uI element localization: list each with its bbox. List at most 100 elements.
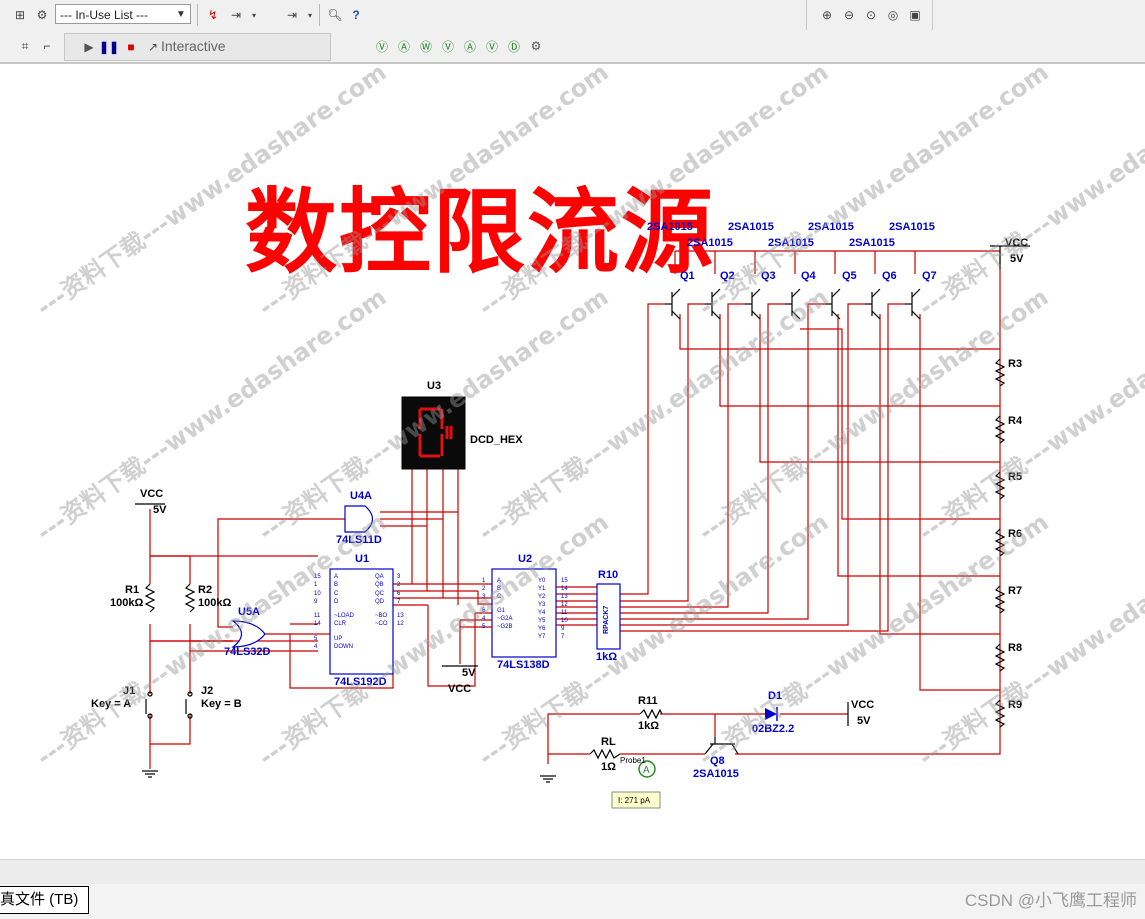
pause-icon[interactable]: ❚❚ — [99, 37, 119, 57]
toolbar-separator — [197, 4, 198, 26]
zoom-fit-icon[interactable]: ◎ — [883, 5, 903, 25]
u1-pin-qc: QC — [375, 590, 384, 597]
u1-pin-num: 6 — [397, 590, 401, 597]
r3-label: R3 — [1008, 358, 1023, 370]
power-probe-icon[interactable]: Ⓦ — [416, 36, 436, 56]
r7-label: R7 — [1008, 585, 1023, 597]
u2-right-pins: Y0 Y1 Y2 Y3 Y4 Y5 Y6 Y7 — [538, 577, 545, 641]
vcc-mid-value: 5V — [462, 667, 476, 679]
u2-right-pin-numbers: 15 14 13 12 11 10 9 7 — [561, 577, 568, 641]
u1-pin-bo: ~BO — [375, 613, 388, 620]
u1-pin-num: 11 — [314, 613, 321, 620]
toolbar-top: ⊞ ⚙ --- In-Use List --- ▼ ↯ ⇥ ▾ ⇥ ▾ 🔍︎ ?… — [0, 0, 1145, 31]
grid-icon[interactable]: ⌗ — [15, 36, 35, 56]
probe-icon[interactable]: ↯ — [203, 5, 223, 25]
rl-value-label: 1Ω — [601, 761, 616, 773]
csdn-credit: CSDN @小飞鹰工程师 — [964, 891, 1137, 910]
component-icon[interactable]: ⊞ — [10, 5, 30, 25]
u2-pin-y7: Y7 — [538, 634, 546, 640]
r2-label: R2 — [198, 584, 213, 596]
r11-value-label: 1kΩ — [638, 720, 660, 732]
u1-pin-num: 2 — [397, 582, 401, 589]
vcc-left-label: VCC — [140, 488, 164, 500]
ampere-probe-icon[interactable]: Ⓐ — [394, 36, 414, 56]
r1-value-label: 100kΩ — [110, 597, 144, 609]
u1-pin-up: UP — [334, 635, 343, 642]
u1-pin-co: ~CO — [375, 621, 388, 628]
vcc-d1-value: 5V — [857, 715, 871, 727]
u1-pin-num: 3 — [397, 574, 401, 580]
stop-icon[interactable]: ■ — [121, 37, 141, 57]
analysis-icon[interactable]: ↗ — [143, 37, 163, 57]
horizontal-scrollbar[interactable] — [0, 859, 1145, 884]
u1-pin-qd: QD — [375, 598, 384, 605]
probe-ref-label: Probe1 — [620, 756, 646, 765]
full-screen-icon[interactable]: ▣ — [905, 5, 925, 25]
u3-type-label: DCD_HEX — [470, 434, 523, 446]
digital-probe-icon[interactable]: Ⓓ — [504, 36, 524, 56]
u1-pin-num: 13 — [397, 613, 404, 620]
u2-pin-num: 15 — [561, 578, 568, 584]
u1-pin-b: B — [334, 582, 339, 589]
chevron-down-icon[interactable]: ▾ — [244, 5, 264, 25]
u2-pin-num: 11 — [561, 610, 568, 616]
chevron-down-icon: ▼ — [176, 9, 186, 20]
reference-probe-icon[interactable]: Ⓥ — [482, 36, 502, 56]
u1-pin-load: ~LOAD — [334, 613, 354, 620]
zoom-toolbar: ⊕ ⊖ ⊙ ◎ ▣ — [806, 0, 933, 30]
simulate-mode-label[interactable]: Interactive — [161, 38, 226, 54]
differential-probe-icon[interactable]: Ⓥ — [438, 36, 458, 56]
r11-label: R11 — [638, 695, 658, 707]
rl-label: RL — [601, 736, 616, 748]
chevron-down-icon[interactable]: ▾ — [300, 5, 320, 25]
find-icon[interactable]: 🔍︎ — [325, 5, 345, 25]
q6-label: Q6 — [882, 270, 897, 282]
u2-pin-y4: Y4 — [538, 610, 546, 616]
u1-right-pin-numbers: 3 2 6 7 13 12 — [397, 573, 404, 629]
r10-pack-label: RPACK7 — [603, 605, 610, 634]
in-use-list-select[interactable]: --- In-Use List --- ▼ — [55, 4, 191, 24]
help-icon[interactable]: ? — [346, 5, 366, 25]
u1-pin-c: C — [334, 590, 339, 597]
vcc-left-value: 5V — [153, 504, 167, 516]
zoom-in-icon[interactable]: ⊕ — [817, 5, 837, 25]
step-icon[interactable]: ⌐ — [37, 36, 57, 56]
q7-type-label: 2SA1015 — [889, 221, 935, 233]
wire-icon[interactable]: ⚙ — [32, 5, 52, 25]
u2-pin-num: 10 — [561, 618, 568, 624]
u2-pin-y1: Y1 — [538, 586, 546, 592]
schematic-canvas[interactable]: A 数控限流源 U3 DCD_HEX U4A 74LS11D U1 74LS19… — [0, 58, 1145, 859]
u2-pin-y6: Y6 — [538, 626, 546, 632]
u2-pin-y3: Y3 — [538, 602, 546, 608]
tab-file[interactable]: 真文件 (TB) — [0, 886, 90, 914]
u1-left-pins: A B C D ~LOAD CLR UP DOWN — [334, 573, 354, 651]
u2-pin-num: 9 — [561, 626, 565, 632]
current-probe-icon[interactable]: Ⓐ — [460, 36, 480, 56]
j2-label: J2 — [201, 685, 214, 697]
q1-label: Q1 — [680, 270, 695, 282]
u2-pin-g2a: ~G2A — [497, 616, 513, 622]
probe-reading: I: 271 pA — [618, 796, 651, 805]
u2-pin-num: 13 — [561, 594, 568, 600]
in-use-list-value: --- In-Use List --- — [60, 8, 148, 22]
r8-label: R8 — [1008, 642, 1023, 654]
zoom-area-icon[interactable]: ⊙ — [861, 5, 881, 25]
q6-type-label: 2SA1015 — [849, 237, 895, 249]
probe-toolbar: Ⓥ Ⓐ Ⓦ Ⓥ Ⓐ Ⓥ Ⓓ ⚙ — [370, 33, 550, 59]
r10-label: R10 — [598, 569, 619, 581]
u2-type-label: 74LS138D — [497, 659, 550, 671]
u1-pin-num: 4 — [314, 644, 318, 651]
u1-pin-d: D — [334, 598, 339, 605]
run-icon[interactable]: ▶ — [79, 37, 99, 57]
simulation-controls: ▶ ❚❚ ■ ↗ Interactive — [64, 33, 331, 61]
u2-pin-num: 14 — [561, 586, 568, 592]
r1-label: R1 — [125, 584, 140, 596]
u2-pin-num: 5 — [482, 624, 486, 630]
zoom-out-icon[interactable]: ⊖ — [839, 5, 859, 25]
place2-icon[interactable]: ⇥ — [282, 5, 302, 25]
voltage-probe-icon[interactable]: Ⓥ — [372, 36, 392, 56]
place-icon[interactable]: ⇥ — [226, 5, 246, 25]
u1-pin-num: 10 — [314, 590, 321, 597]
u2-pin-num: 7 — [561, 634, 565, 640]
settings-icon[interactable]: ⚙ — [526, 36, 546, 56]
